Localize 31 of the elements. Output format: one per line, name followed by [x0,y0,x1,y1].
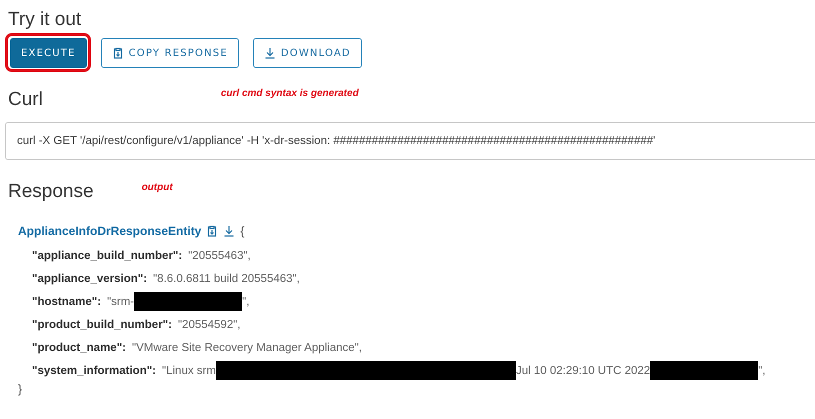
download-button[interactable]: DOWNLOAD [252,38,362,68]
clipboard-icon[interactable] [206,225,218,237]
json-key: "system_information": [32,364,156,376]
curl-command-field: curl -X GET '/api/rest/configure/v1/appliance' -H 'x-dr-session: ##################################################' [5,122,815,160]
section-title: Response [8,180,94,204]
clipboard-icon [112,47,124,59]
download-icon[interactable] [223,225,236,237]
json-key: "appliance_build_number": [32,250,182,262]
json-value: "8.6.0.6811 build 20555463", [153,272,300,284]
json-value: "srm- [107,296,134,308]
json-value: ", [242,296,250,308]
annotation-text: curl cmd syntax is generated [220,88,359,99]
json-value: "20555463", [188,250,251,262]
json-value: ", [758,364,766,376]
section-title: Try it out [8,8,82,32]
json-value: Jul 10 02:29:10 UTC 2022 [516,364,650,376]
annotation-text: output [142,182,173,193]
copy-response-button[interactable]: COPY RESPONSE [100,38,239,68]
json-key: "product_name": [32,342,126,354]
json-key: "hostname": [32,296,102,308]
json-value: "VMware Site Recovery Manager Appliance", [132,342,362,354]
json-brace: } [18,382,24,396]
entity-link[interactable]: ApplianceInfoDrResponseEntity [18,224,202,238]
json-value: "Linux srm [162,364,216,376]
json-key: "product_build_number": [32,318,172,330]
json-value: "20554592", [178,318,240,330]
download-icon [264,47,276,59]
execute-button[interactable]: EXECUTE [10,38,87,68]
json-brace: { [240,224,244,238]
json-key: "appliance_version": [32,272,148,284]
section-title: Curl [8,88,43,112]
